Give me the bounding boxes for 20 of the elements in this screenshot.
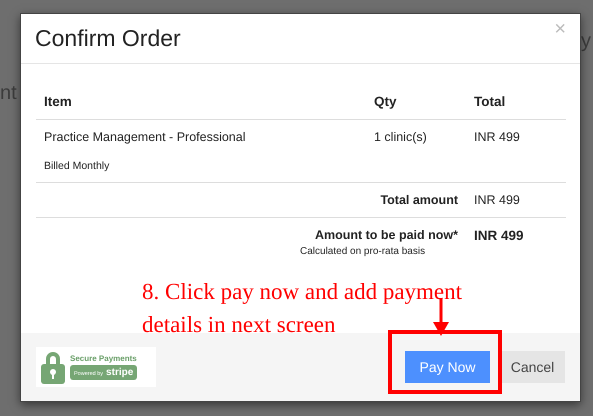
item-name: Practice Management - Professional [43, 129, 246, 146]
billing-note: Billed Monthly [43, 159, 110, 174]
pay-now-button[interactable]: Pay Now [405, 351, 490, 383]
total-label: Total amount [379, 192, 459, 209]
due-value: INR 499 [473, 227, 525, 245]
column-header: Item [36, 86, 366, 120]
total-value: INR 499 [473, 192, 521, 209]
dialog-title: Confirm Order [35, 25, 181, 52]
padlock-icon [40, 350, 66, 384]
close-button[interactable]: × [554, 18, 566, 41]
badge-title: Secure Payments [70, 354, 138, 363]
due-label: Amount to be paid now* [314, 227, 459, 244]
column-header: Qty [366, 86, 466, 120]
column-header: Total [466, 86, 566, 120]
item-total: INR 499 [473, 129, 521, 146]
due-note: Calculated on pro-rata basis [300, 246, 426, 257]
cancel-button[interactable]: Cancel [500, 351, 565, 383]
annotation-text: 8. Click pay now and add payment [142, 278, 462, 306]
annotation-text: details in next screen [142, 311, 336, 339]
quantity: 1 clinic(s) [373, 129, 428, 146]
